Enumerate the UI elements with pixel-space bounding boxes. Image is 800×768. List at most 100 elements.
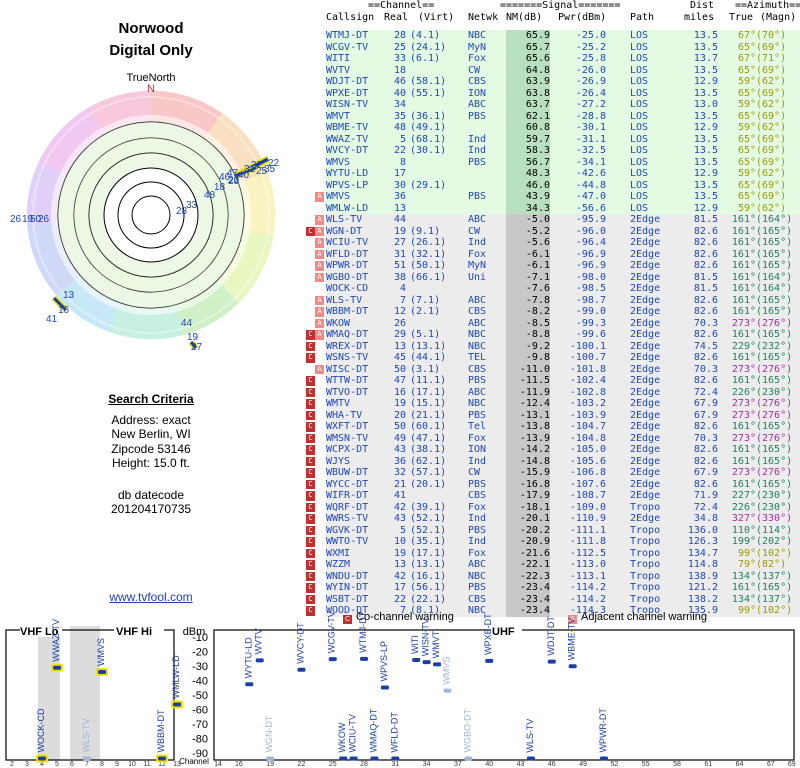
cell-pwr: -99.0 (575, 306, 606, 317)
table-row: WITI 33 (6.1) Fox 65.6 -25.8 LOS 13.7 67° (71°) (302, 53, 800, 65)
cell-nm: -23.4 (519, 593, 550, 605)
table-row: C WYIN-DT 17 (56.1) PBS -23.4 -114.2 Tropo 121.2… (302, 582, 800, 594)
cell-tru: 161° (731, 455, 756, 467)
spectrum-marker-label: WWAZ-TV (51, 619, 61, 662)
cell-path: 2Edge (630, 306, 661, 317)
cell-path: LOS (630, 156, 649, 168)
cell-pwr: -99.6 (575, 329, 606, 340)
cell-nm: -13.1 (519, 409, 550, 421)
cell-mag: (230°) (756, 501, 793, 513)
cell-tru: 161° (731, 214, 756, 225)
cell-mag: (165°) (756, 478, 793, 490)
cell-real: 22 (393, 145, 406, 156)
cell-mag: (165°) (756, 329, 793, 340)
cell-virt: (38.1) (410, 444, 447, 455)
cell-nm: -12.4 (519, 398, 550, 409)
spectrum-marker (98, 670, 106, 675)
cell-mag: (165°) (756, 237, 793, 248)
cell-mag: (82°) (756, 559, 787, 570)
spectrum-marker (173, 702, 181, 707)
cell-net: Uni (468, 271, 487, 283)
table-row: WCGV-TV 25 (24.1) MyN 65.7 -25.2 LOS 13.5 65° (69… (302, 41, 800, 53)
cell-pwr: -113.1 (569, 570, 606, 582)
cell-pwr: -113.0 (569, 559, 606, 570)
location-subtitle: Digital Only (109, 42, 193, 59)
cell-mag: (165°) (756, 352, 793, 363)
cell-path: 2Edge (630, 340, 661, 352)
cell-path: LOS (630, 64, 649, 76)
cell-pwr: -34.1 (575, 156, 606, 168)
cell-mag: (276°) (756, 363, 793, 375)
adjacent-channel-warning-icon: A (315, 226, 324, 236)
spectrum-marker (38, 756, 46, 761)
cell-net: PBS (468, 409, 487, 421)
cell-mag: (276°) (756, 317, 793, 329)
tvfool-link[interactable]: www.tvfool.com (0, 590, 302, 604)
header-channel-group: ==Channel== (368, 0, 435, 11)
co-channel-warning-icon: C (306, 433, 315, 443)
cell-call: WLS-TV (326, 294, 363, 306)
cell-dist: 134.7 (687, 547, 718, 559)
table-row: C WQRF-DT 42 (39.1) Fox -18.1 -109.0 Tropo 72.4 2… (302, 501, 800, 513)
cell-real: 22 (393, 593, 406, 605)
cell-nm: -8.8 (525, 329, 550, 340)
table-row: A WPWR-DT 51 (50.1) MyN -6.1 -96.9 2Edge 82.6 161… (302, 260, 800, 272)
cell-call: WBUW-DT (326, 467, 369, 478)
cell-mag: (62°) (756, 99, 787, 110)
table-row: WMVT 35 (36.1) PBS 62.1 -28.8 LOS 13.5 65° (69°) (302, 110, 800, 122)
cell-tru: 59° (737, 168, 756, 179)
cell-tru: 67° (737, 53, 756, 64)
cell-dist: 13.7 (693, 53, 718, 64)
cell-net: ABC (468, 559, 487, 570)
cell-net: CBS (468, 76, 487, 87)
spectrum-marker (297, 667, 306, 672)
cell-tru: 273° (731, 467, 756, 478)
cell-virt: (9.1) (410, 225, 441, 237)
cell-pwr: -103.2 (569, 398, 606, 409)
co-channel-warning-icon: C (306, 537, 315, 547)
cell-mag: (62°) (756, 168, 787, 179)
location-panel: Norwood Digital Only TrueNorth N 13 16 4… (0, 0, 302, 615)
cell-virt: (15.1) (410, 398, 447, 409)
cell-call: WMAQ-DT (326, 329, 369, 340)
spectrum-marker-label: WGN-DT (264, 715, 274, 752)
cell-path: Tropo (630, 536, 661, 547)
cell-nm: -11.9 (519, 386, 550, 398)
dbm-tick-label: -60 (192, 704, 208, 716)
cell-pwr: -105.6 (569, 455, 606, 467)
cell-virt: (13.1) (410, 340, 447, 352)
cell-tru: 226° (731, 501, 756, 513)
cell-pwr: -25.8 (575, 53, 606, 64)
cell-real: 48 (393, 122, 406, 133)
cell-tru: 273° (731, 317, 756, 329)
cell-virt: (36.1) (410, 110, 447, 122)
cell-path: Tropo (630, 524, 661, 536)
spectrum-marker-label: WPXE-DT (483, 613, 493, 655)
co-channel-warning-icon: C (306, 571, 315, 581)
cell-pwr: -96.4 (575, 237, 606, 248)
cell-net: Ind (468, 145, 487, 156)
table-row: C WGVK-DT 5 (52.1) PBS -20.2 -111.1 Tropo 136.0 1… (302, 524, 800, 536)
cell-mag: (165°) (756, 455, 793, 467)
table-row: WWAZ-TV 5 (68.1) Ind 59.7 -31.1 LOS 13.5 65° (69°… (302, 133, 800, 145)
table-header-groups: ==Channel== =======Signal======= Dist ==… (302, 0, 800, 12)
cell-tru: 59° (737, 202, 756, 214)
cell-tru: 161° (731, 421, 756, 432)
cell-dist: 12.9 (693, 202, 718, 214)
cell-call: WISC-DT (326, 363, 369, 375)
cell-pwr: -100.7 (569, 352, 606, 363)
cell-net: ABC (468, 294, 487, 306)
cell-net: ABC (468, 214, 487, 225)
db-datecode: db datecode 201204170735 (0, 488, 302, 516)
cell-nm: -11.5 (519, 375, 550, 386)
cell-call: WMLW-LD (326, 202, 369, 214)
cell-mag: (137°) (756, 570, 793, 582)
cell-path: Tropo (630, 570, 661, 582)
cell-nm: -5.0 (525, 214, 550, 225)
uhf-channel-tick: 52 (611, 761, 619, 768)
cell-path: 2Edge (630, 317, 661, 329)
table-row: WVTV 18 CW 64.8 -26.0 LOS 13.5 65° (69°) (302, 64, 800, 76)
cell-net (468, 283, 502, 295)
cell-net: Fox (468, 248, 487, 260)
cell-pwr: -96.0 (575, 225, 606, 237)
